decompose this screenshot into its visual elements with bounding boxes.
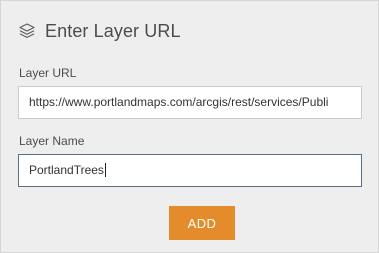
layers-icon [18,22,36,40]
dialog-title: Enter Layer URL [45,20,181,41]
add-layer-panel: Enter Layer URL Layer URL https://www.po… [0,0,379,253]
text-caret [104,162,106,177]
add-button[interactable]: ADD [169,206,235,240]
layer-url-value: https://www.portlandmaps.com/arcgis/rest… [29,95,329,109]
layer-name-value: PortlandTrees [29,163,104,177]
layer-url-input[interactable]: https://www.portlandmaps.com/arcgis/rest… [18,86,362,119]
layer-url-label: Layer URL [19,66,77,80]
layer-name-input[interactable]: PortlandTrees [18,154,362,187]
panel-header: Enter Layer URL [18,19,181,43]
layer-name-label: Layer Name [19,134,85,148]
